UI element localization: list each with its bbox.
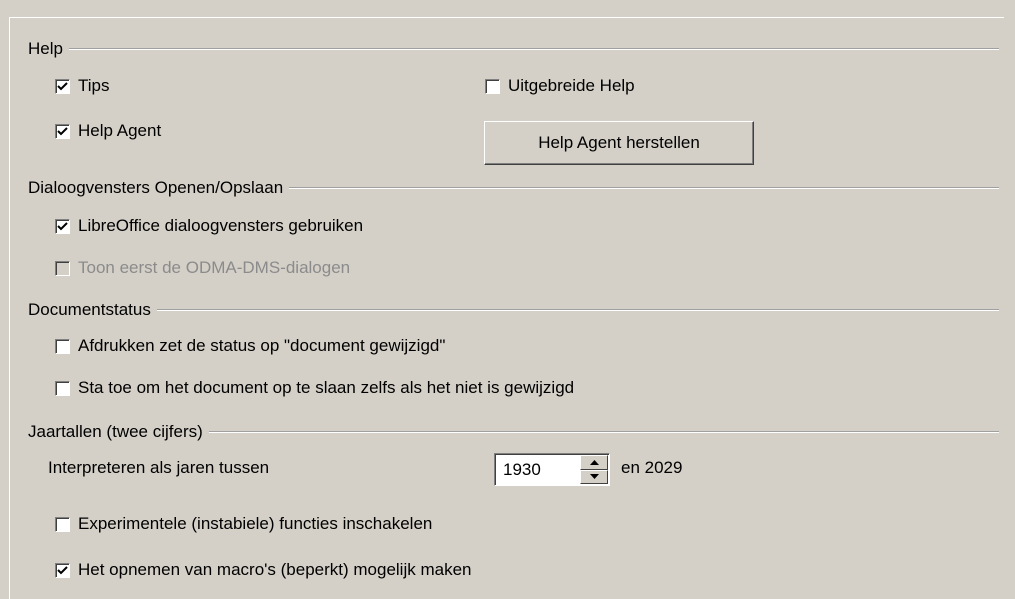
spin-buttons	[580, 455, 608, 484]
interpret-years-label: Interpreteren als jaren tussen	[48, 458, 270, 477]
section-help: Help	[28, 39, 999, 59]
allow-save-unmodified-checkbox[interactable]: Sta toe om het document op te slaan zelf…	[55, 378, 574, 398]
section-divider	[208, 431, 999, 433]
checkbox-box[interactable]	[55, 380, 70, 396]
checkbox-label: LibreOffice dialoogvensters gebruiken	[78, 216, 364, 235]
arrow-down-icon	[589, 474, 599, 480]
section-divider	[289, 187, 999, 189]
section-dialogs: Dialoogvensters Openen/Opslaan	[28, 178, 999, 198]
spin-up-button[interactable]	[580, 455, 608, 470]
checkbox-label: Sta toe om het document op te slaan zelf…	[78, 378, 575, 397]
checkmark-icon	[57, 221, 68, 230]
spin-down-button[interactable]	[580, 469, 608, 484]
checkbox-label: Experimentele (instabiele) functies insc…	[78, 514, 433, 533]
section-divider	[156, 309, 999, 311]
checkbox-box[interactable]	[55, 338, 70, 354]
use-libreoffice-dialogs-checkbox[interactable]: LibreOffice dialoogvensters gebruiken	[55, 216, 363, 236]
section-year: Jaartallen (twee cijfers)	[28, 422, 999, 442]
checkbox-box[interactable]	[55, 123, 70, 139]
start-year-input[interactable]	[499, 457, 577, 482]
checkmark-icon	[57, 81, 68, 90]
checkbox-label: Het opnemen van macro's (beperkt) mogeli…	[78, 560, 472, 579]
section-document-status: Documentstatus	[28, 300, 999, 320]
checkbox-label: Help Agent	[78, 121, 162, 140]
extended-help-checkbox[interactable]: Uitgebreide Help	[485, 76, 635, 96]
checkmark-icon	[57, 126, 68, 135]
checkbox-box	[55, 260, 70, 276]
section-title: Jaartallen (twee cijfers)	[28, 422, 203, 441]
section-title: Dialoogvensters Openen/Opslaan	[28, 178, 284, 197]
experimental-features-checkbox[interactable]: Experimentele (instabiele) functies insc…	[55, 514, 432, 534]
help-agent-checkbox[interactable]: Help Agent	[55, 121, 161, 141]
show-odma-dialogs-checkbox: Toon eerst de ODMA-DMS-dialogen	[55, 258, 350, 278]
checkbox-label: Toon eerst de ODMA-DMS-dialogen	[78, 258, 351, 277]
checkbox-label: Tips	[78, 76, 110, 95]
checkbox-box[interactable]	[55, 516, 70, 532]
checkbox-label: Uitgebreide Help	[508, 76, 635, 95]
printing-sets-modified-checkbox[interactable]: Afdrukken zet de status op "document gew…	[55, 336, 445, 356]
reset-help-agent-button[interactable]: Help Agent herstellen	[484, 121, 754, 165]
macro-recording-checkbox[interactable]: Het opnemen van macro's (beperkt) mogeli…	[55, 560, 471, 580]
checkbox-box[interactable]	[485, 78, 500, 94]
tips-checkbox[interactable]: Tips	[55, 76, 110, 96]
end-year-label: en 2029	[621, 458, 683, 477]
checkbox-label: Afdrukken zet de status op "document gew…	[78, 336, 446, 355]
section-divider	[68, 48, 999, 50]
section-title: Help	[28, 39, 63, 58]
section-title: Documentstatus	[28, 300, 151, 319]
checkbox-box[interactable]	[55, 218, 70, 234]
arrow-up-icon	[589, 459, 599, 465]
checkbox-box[interactable]	[55, 78, 70, 94]
checkmark-icon	[57, 565, 68, 574]
start-year-spinbox[interactable]	[494, 453, 610, 486]
checkbox-box[interactable]	[55, 562, 70, 578]
